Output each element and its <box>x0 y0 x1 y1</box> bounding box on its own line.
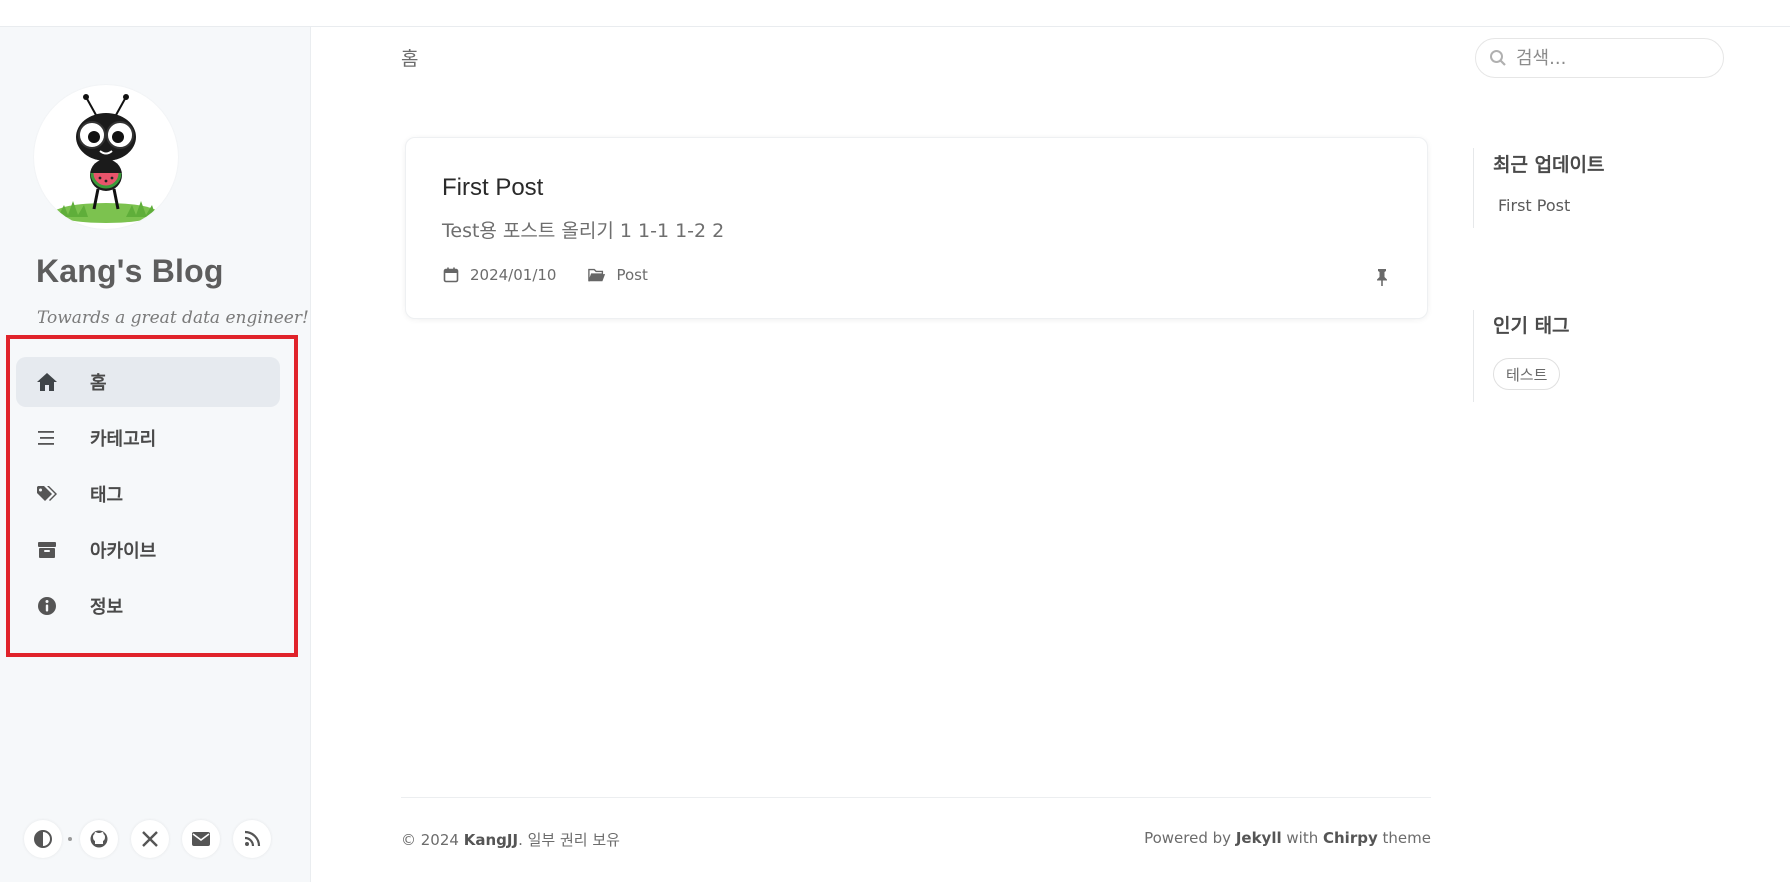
recent-update-link[interactable]: First Post <box>1498 196 1570 215</box>
search-icon <box>1488 48 1508 68</box>
post-meta: 2024/01/10 Post <box>442 266 648 284</box>
site-subtitle: Towards a great data engineer! <box>37 308 309 328</box>
info-circle-icon <box>32 594 62 618</box>
site-title[interactable]: Kang's Blog <box>36 253 224 290</box>
chirpy-link[interactable]: Chirpy <box>1323 829 1378 847</box>
panel-divider <box>1473 148 1474 228</box>
sidebar-item-label: 카테고리 <box>90 429 157 450</box>
tags-icon <box>32 482 62 506</box>
sidebar-item-about[interactable]: 정보 <box>16 581 280 631</box>
with-text: with <box>1286 829 1319 847</box>
post-date: 2024/01/10 <box>470 266 557 284</box>
post-excerpt: Test용 포스트 올리기 1 1-1 1-2 2 <box>442 220 725 242</box>
folder-open-icon <box>588 266 606 284</box>
stream-icon <box>32 426 62 450</box>
separator-dot <box>68 837 72 841</box>
recent-updates-title: 최근 업데이트 <box>1493 154 1605 176</box>
sidebar-bottom <box>24 820 284 858</box>
home-icon <box>32 370 62 394</box>
x-twitter-icon[interactable] <box>131 820 169 858</box>
github-icon[interactable] <box>80 820 118 858</box>
archive-icon <box>32 538 62 562</box>
breadcrumb: 홈 <box>401 48 419 70</box>
avatar[interactable] <box>34 85 178 229</box>
footer-author-link[interactable]: KangJJ <box>464 831 518 849</box>
sidebar-item-label: 태그 <box>90 485 124 506</box>
trending-tags-title: 인기 태그 <box>1493 315 1570 337</box>
sidebar-item-label: 정보 <box>90 597 124 618</box>
email-icon[interactable] <box>182 820 220 858</box>
post-card[interactable]: First Post Test용 포스트 올리기 1 1-1 1-2 2 202… <box>405 137 1428 319</box>
ant-mascot-icon <box>54 94 158 223</box>
post-title[interactable]: First Post <box>442 174 543 202</box>
sidebar-item-categories[interactable]: 카테고리 <box>16 413 280 463</box>
sidebar-item-tags[interactable]: 태그 <box>16 469 280 519</box>
copyright-year: © 2024 <box>401 831 459 849</box>
sidebar-item-label: 홈 <box>90 373 107 394</box>
pin-icon <box>1373 268 1391 286</box>
powered-by-text: Powered by <box>1144 829 1232 847</box>
calendar-icon <box>442 266 460 284</box>
footer-copyright: © 2024 KangJJ. 일부 권리 보유 <box>401 829 620 850</box>
search-input[interactable] <box>1514 46 1718 70</box>
search-box[interactable] <box>1475 38 1724 78</box>
jekyll-link[interactable]: Jekyll <box>1236 829 1282 847</box>
theme-toggle-icon[interactable] <box>24 820 62 858</box>
post-category[interactable]: Post <box>616 266 647 284</box>
sidebar-item-archives[interactable]: 아카이브 <box>16 525 280 575</box>
sidebar-item-home[interactable]: 홈 <box>16 357 280 407</box>
sidebar-nav: 홈 카테고리 태그 아카이브 정보 <box>16 357 280 637</box>
rss-icon[interactable] <box>233 820 271 858</box>
panel-divider <box>1473 310 1474 402</box>
theme-text: theme <box>1382 829 1431 847</box>
footer-powered-by: Powered by Jekyll with Chirpy theme <box>1144 829 1431 847</box>
tag-chip[interactable]: 테스트 <box>1493 358 1561 390</box>
footer-rights: . 일부 권리 보유 <box>518 831 620 849</box>
footer-divider <box>401 797 1431 798</box>
top-bar <box>0 0 1790 27</box>
sidebar-item-label: 아카이브 <box>90 541 157 562</box>
